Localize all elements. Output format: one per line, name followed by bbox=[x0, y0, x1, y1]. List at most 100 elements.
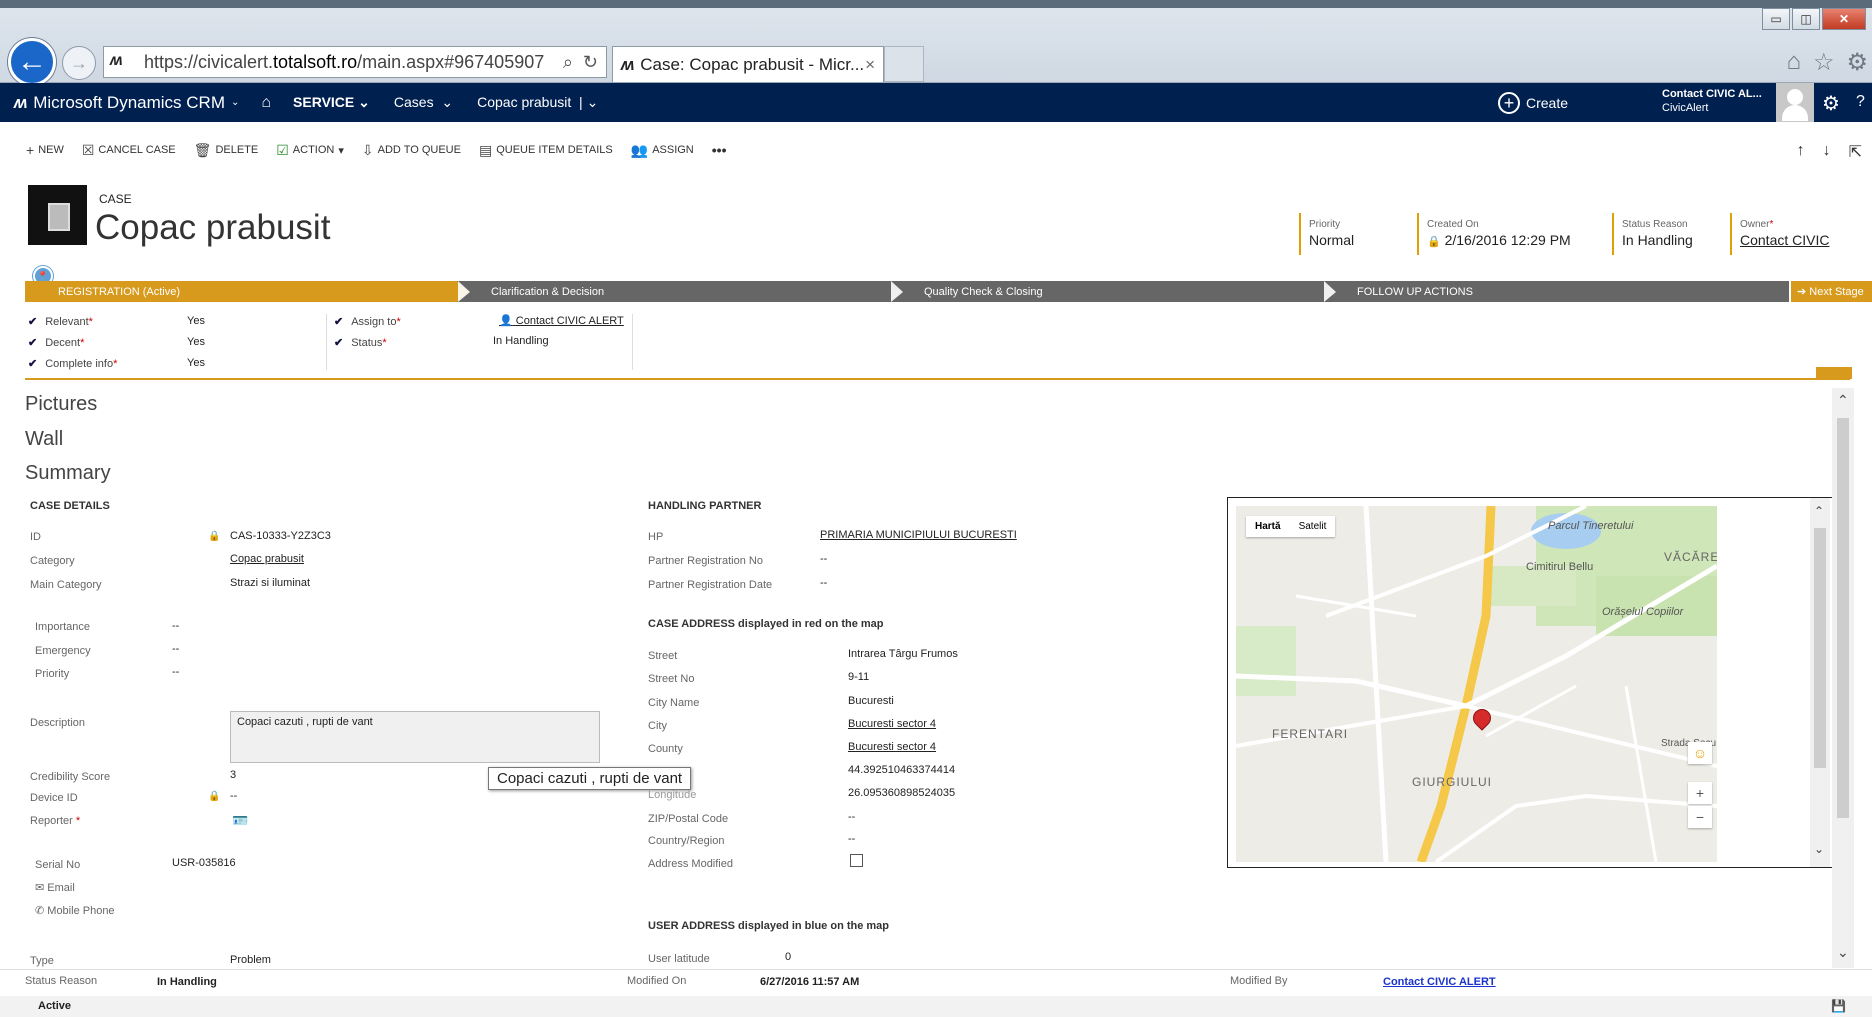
new-tab-button[interactable] bbox=[884, 46, 924, 82]
close-window-button[interactable]: ✕ bbox=[1822, 8, 1866, 30]
chevron-up-icon[interactable]: ⌃ bbox=[1837, 392, 1849, 409]
home-icon[interactable]: ⌂ bbox=[261, 94, 271, 112]
add-to-queue-button[interactable]: ⇩ ADD TO QUEUE bbox=[362, 142, 461, 159]
city-name-value[interactable]: Bucuresti bbox=[848, 695, 894, 707]
main-category-value[interactable]: Strazi si iluminat bbox=[230, 577, 310, 589]
partner-reg-no-value[interactable]: -- bbox=[820, 553, 827, 565]
nav-area[interactable]: SERVICE ⌄ bbox=[293, 94, 370, 111]
zoom-in-button[interactable]: + bbox=[1688, 782, 1712, 804]
cancel-case-button[interactable]: ☒ CANCEL CASE bbox=[82, 142, 176, 159]
latitude-value[interactable]: 44.392510463374414 bbox=[848, 764, 955, 776]
map-tab[interactable]: Hartă bbox=[1246, 516, 1290, 537]
help-icon[interactable]: ? bbox=[1856, 93, 1865, 111]
next-stage-button[interactable]: ➔ Next Stage bbox=[1789, 281, 1872, 302]
gear-icon[interactable]: ⚙ bbox=[1822, 91, 1840, 116]
map-label: Cimitirul Bellu bbox=[1526, 561, 1594, 573]
owner-value[interactable]: Contact CIVIC bbox=[1740, 232, 1829, 248]
arrow-up-icon[interactable]: ↑ bbox=[1797, 142, 1805, 162]
importance-value[interactable]: -- bbox=[172, 620, 179, 632]
contact-card-icon[interactable]: 🪪 bbox=[232, 813, 248, 829]
serial-no-value[interactable]: USR-035816 bbox=[172, 857, 236, 869]
satellite-tab[interactable]: Satelit bbox=[1290, 516, 1336, 537]
header-status-reason[interactable]: Status Reason In Handling bbox=[1612, 213, 1693, 255]
priority-field-value[interactable]: -- bbox=[172, 666, 179, 678]
step-status-value[interactable]: In Handling bbox=[493, 335, 549, 347]
browser-tab[interactable]: ʍ Case: Copac prabusit - Micr... × bbox=[612, 46, 884, 82]
street-value[interactable]: Intrarea Târgu Frumos bbox=[848, 648, 958, 660]
popout-icon[interactable]: ⇱ bbox=[1849, 142, 1862, 162]
user-info[interactable]: Contact CIVIC AL... CivicAlert bbox=[1662, 87, 1762, 115]
delete-button[interactable]: 🗑 DELETE bbox=[194, 142, 259, 159]
map-scroll-thumb[interactable] bbox=[1814, 528, 1826, 768]
avatar[interactable] bbox=[1776, 83, 1814, 122]
country-value[interactable]: -- bbox=[848, 833, 855, 845]
favorites-icon[interactable]: ☆ bbox=[1813, 48, 1835, 77]
section-summary[interactable]: Summary bbox=[25, 462, 111, 485]
stage-quality-check[interactable]: Quality Check & Closing bbox=[924, 281, 1043, 302]
footer-modified-by-value[interactable]: Contact CIVIC ALERT bbox=[1383, 976, 1496, 988]
section-wall[interactable]: Wall bbox=[25, 428, 63, 451]
zoom-out-button[interactable]: − bbox=[1688, 806, 1712, 828]
step-assign-to-value[interactable]: 👤 Contact CIVIC ALERT bbox=[499, 314, 624, 327]
stage-clarification[interactable]: Clarification & Decision bbox=[491, 281, 604, 302]
arrow-down-icon[interactable]: ↓ bbox=[1823, 142, 1831, 162]
county-value[interactable]: Bucuresti sector 4 bbox=[848, 741, 936, 753]
partner-reg-date-value[interactable]: -- bbox=[820, 577, 827, 589]
map-view[interactable]: Hartă Satelit Parcul Tineretului Cimitir… bbox=[1236, 506, 1717, 862]
back-button[interactable]: ← bbox=[8, 38, 56, 86]
crm-brand[interactable]: ʍ Microsoft Dynamics CRM ⌄ bbox=[14, 93, 239, 113]
nav-record[interactable]: Copac prabusit | ⌄ bbox=[477, 94, 598, 111]
footer-status-reason-value[interactable]: In Handling bbox=[157, 976, 217, 988]
lock-icon: 🔒 bbox=[208, 791, 221, 802]
address-bar[interactable]: ʍ https://civicalert. totalsoft.ro/main.a… bbox=[103, 46, 607, 78]
category-value[interactable]: Copac prabusit bbox=[230, 553, 304, 565]
header-owner[interactable]: Owner* Contact CIVIC bbox=[1730, 213, 1829, 255]
map-scrollbar[interactable]: ⌃ ⌄ bbox=[1810, 498, 1830, 867]
section-pictures[interactable]: Pictures bbox=[25, 393, 97, 416]
user-latitude-value[interactable]: 0 bbox=[785, 951, 791, 963]
stage-registration[interactable]: REGISTRATION (Active) bbox=[25, 281, 469, 302]
stage-follow-up[interactable]: FOLLOW UP ACTIONS bbox=[1357, 281, 1473, 302]
emergency-value[interactable]: -- bbox=[172, 643, 179, 655]
chevron-down-icon[interactable]: ⌄ bbox=[1837, 944, 1849, 961]
collapse-process-button[interactable] bbox=[1816, 367, 1852, 379]
step-relevant-value[interactable]: Yes bbox=[187, 315, 205, 327]
action-button[interactable]: ☑ ACTION ▾ bbox=[276, 142, 344, 159]
email-row[interactable]: ✉ Email bbox=[35, 881, 75, 894]
save-icon[interactable]: 💾 bbox=[1831, 999, 1846, 1013]
description-field[interactable]: Copaci cazuti , rupti de vant bbox=[230, 711, 600, 763]
tab-close-icon[interactable]: × bbox=[865, 55, 875, 75]
address-modified-checkbox[interactable] bbox=[850, 854, 863, 867]
refresh-icon[interactable]: ↻ bbox=[583, 52, 598, 73]
zip-value[interactable]: -- bbox=[848, 811, 855, 823]
minimize-button[interactable]: ▭ bbox=[1762, 8, 1790, 30]
hp-value[interactable]: PRIMARIA MUNICIPIULUI BUCURESTI bbox=[820, 529, 1017, 541]
map-label: Orășelul Copiilor bbox=[1602, 606, 1684, 618]
home-icon[interactable]: ⌂ bbox=[1786, 48, 1801, 77]
longitude-value[interactable]: 26.095360898524035 bbox=[848, 787, 955, 799]
street-view-icon[interactable]: ☺ bbox=[1688, 742, 1712, 764]
street-no-value[interactable]: 9-11 bbox=[848, 671, 869, 683]
maximize-button[interactable]: ◫ bbox=[1792, 8, 1820, 30]
settings-icon[interactable]: ⚙ bbox=[1846, 48, 1868, 77]
nav-entity[interactable]: Cases ⌄ bbox=[394, 94, 453, 111]
credibility-value[interactable]: 3 bbox=[230, 769, 236, 781]
page-scrollbar[interactable]: ⌃ ⌄ bbox=[1832, 388, 1854, 968]
type-value[interactable]: Problem bbox=[230, 954, 271, 966]
page-scroll-thumb[interactable] bbox=[1837, 418, 1849, 818]
mobile-phone-row[interactable]: ✆ Mobile Phone bbox=[35, 904, 115, 917]
create-button[interactable]: + Create bbox=[1498, 92, 1568, 114]
header-priority[interactable]: Priority Normal bbox=[1299, 213, 1354, 255]
crm-logo-icon: ʍ bbox=[14, 92, 28, 112]
chevron-up-icon[interactable]: ⌃ bbox=[1814, 504, 1824, 518]
forward-button[interactable]: → bbox=[62, 46, 96, 80]
queue-item-details-button[interactable]: ▤ QUEUE ITEM DETAILS bbox=[479, 142, 613, 159]
step-decent-value[interactable]: Yes bbox=[187, 336, 205, 348]
more-commands-button[interactable]: ••• bbox=[712, 142, 727, 158]
new-button[interactable]: + NEW bbox=[26, 142, 64, 158]
step-complete-info-value[interactable]: Yes bbox=[187, 357, 205, 369]
chevron-down-icon[interactable]: ⌄ bbox=[1814, 842, 1824, 856]
assign-button[interactable]: 👥 ASSIGN bbox=[631, 142, 694, 159]
search-icon[interactable]: ⌕ bbox=[563, 52, 573, 73]
city-value[interactable]: Bucuresti sector 4 bbox=[848, 718, 936, 730]
